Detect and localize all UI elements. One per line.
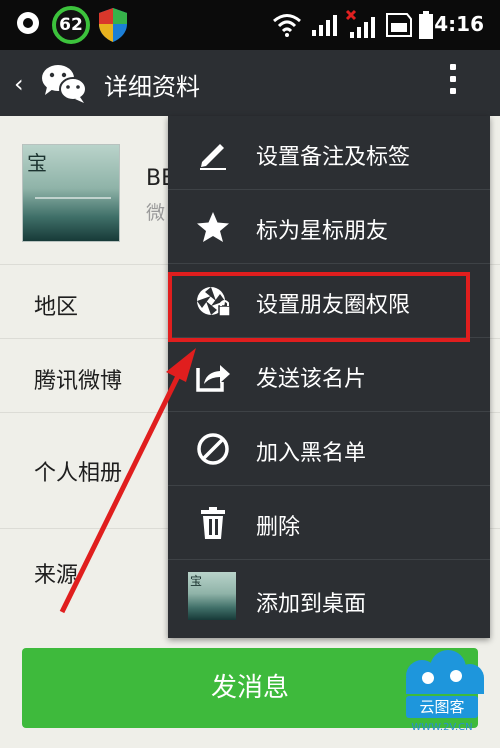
status-bar: 62 14:16 [0, 0, 500, 50]
menu-item-label: 设置备注及标签 [256, 145, 411, 170]
star-icon [197, 212, 229, 242]
avatar-thumbnail-text: 宝 [190, 574, 203, 588]
menu-item-send-card[interactable]: 发送该名片 [168, 338, 490, 412]
cloud-logo-icon [406, 650, 484, 694]
menu-item-label: 删除 [256, 515, 301, 540]
watermark-label: 云图客 [406, 696, 478, 718]
menu-item-delete[interactable]: 删除 [168, 486, 490, 560]
menu-item-blacklist[interactable]: 加入黑名单 [168, 412, 490, 486]
menu-item-label: 加入黑名单 [256, 441, 367, 466]
share-icon [196, 365, 230, 392]
shield-icon [99, 8, 127, 42]
page-title: 详细资料 [104, 73, 200, 101]
row-label: 个人相册 [34, 461, 123, 486]
sim-icon [386, 13, 412, 37]
menu-item-add-to-desktop[interactable]: 宝 添加到桌面 [168, 560, 490, 638]
screen: 62 14:16 ‹ 详细资料 宝 BE 微 地区 腾讯微博 个人相册 来源 发… [0, 0, 500, 748]
chevron-left-icon[interactable]: ‹ [14, 70, 24, 98]
menu-item-set-remark[interactable]: 设置备注及标签 [168, 116, 490, 190]
avatar[interactable]: 宝 [22, 144, 120, 242]
menu-item-star-friend[interactable]: 标为星标朋友 [168, 190, 490, 264]
row-label: 来源 [34, 563, 79, 588]
overflow-menu-icon[interactable] [447, 64, 459, 104]
trash-icon [201, 507, 225, 539]
row-label: 腾讯微博 [34, 369, 123, 394]
profile-wechat-id: 微 [146, 202, 166, 224]
menu-item-label: 添加到桌面 [256, 592, 367, 617]
watermark: 云图客 WWW.2V.CN [392, 650, 492, 742]
avatar-decoration [35, 197, 111, 199]
pencil-icon [200, 144, 226, 170]
action-bar: ‹ 详细资料 [0, 50, 500, 116]
avatar-text: 宝 [27, 151, 47, 175]
status-badge-count: 62 [59, 15, 83, 35]
battery-saver-badge-icon: 62 [52, 6, 90, 44]
status-time: 14:16 [420, 12, 484, 36]
wifi-icon [273, 14, 301, 37]
wechat-circle-icon [17, 12, 39, 34]
watermark-url: WWW.2V.CN [411, 722, 473, 733]
menu-item-label: 发送该名片 [256, 367, 367, 392]
signal-icon [312, 15, 337, 36]
highlight-box [168, 272, 470, 342]
wechat-logo-icon [42, 65, 87, 103]
row-label: 地区 [34, 295, 79, 320]
no-signal-icon [345, 9, 375, 38]
block-icon [197, 433, 229, 465]
avatar-thumbnail: 宝 [188, 572, 236, 620]
menu-item-label: 标为星标朋友 [256, 219, 389, 244]
overflow-menu: 设置备注及标签 标为星标朋友 设置朋友圈权限 发送该名片 加入黑名单 删除 宝 … [168, 116, 490, 638]
